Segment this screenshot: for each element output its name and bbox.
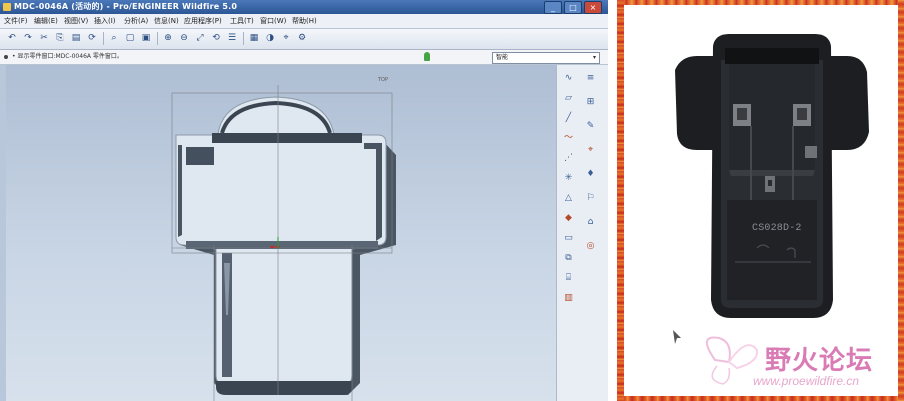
minimize-button[interactable]: _ bbox=[544, 1, 562, 14]
feature-tool-button[interactable]: ⌸ bbox=[563, 273, 574, 284]
lightbulb-icon[interactable] bbox=[424, 52, 430, 61]
feature-tool-button[interactable]: 〜 bbox=[563, 133, 574, 144]
feature-tool-button[interactable]: ∿ bbox=[563, 73, 574, 84]
zoom-out-button[interactable]: ⊖ bbox=[178, 32, 190, 44]
orient-button[interactable]: ⟲ bbox=[210, 32, 222, 44]
copy-icon: ⎘ bbox=[56, 33, 64, 43]
feature-tool-button[interactable]: ⋰ bbox=[563, 153, 574, 164]
part-photo: CS028D-2 野火论坛 www.proewildfire.cn bbox=[617, 0, 904, 401]
cut-button[interactable]: ✂ bbox=[38, 32, 50, 44]
watermark-url: www.proewildfire.cn bbox=[753, 374, 860, 388]
undo-button[interactable]: ↶ bbox=[6, 32, 18, 44]
menu-help[interactable]: 帮助(H) bbox=[292, 14, 317, 28]
zoom-in-button[interactable]: ⊕ bbox=[162, 32, 174, 44]
datum-button[interactable]: ⌖ bbox=[280, 32, 292, 44]
menu-view[interactable]: 视图(V) bbox=[64, 14, 88, 28]
menu-bar: 文件(F) 编辑(E) 视图(V) 插入(I) 分析(A) 信息(N) 应用程序… bbox=[0, 14, 608, 29]
feature-tool-button[interactable]: ≡ bbox=[585, 73, 596, 84]
refit-button[interactable]: ⤢ bbox=[194, 32, 206, 44]
filter-value: 智能 bbox=[496, 54, 509, 61]
menu-applications[interactable]: 应用程序(P) bbox=[184, 14, 222, 28]
datum-label: TOP bbox=[378, 77, 389, 83]
feature-tool-button[interactable]: ▥ bbox=[563, 293, 574, 304]
menu-info[interactable]: 信息(N) bbox=[154, 14, 179, 28]
status-message: • 显示零件窗口:MDC-0046A 零件窗口。 bbox=[12, 53, 123, 60]
feature-tool-button[interactable]: ◎ bbox=[585, 241, 596, 252]
feature-tool-button[interactable]: ⧉ bbox=[563, 253, 574, 264]
watermark-name: 野火论坛 bbox=[765, 346, 874, 376]
title-bar[interactable]: MDC-0046A (活动的) - Pro/ENGINEER Wildfire … bbox=[0, 0, 608, 14]
chevron-down-icon: ▾ bbox=[592, 54, 596, 61]
feature-tool-button[interactable]: ╱ bbox=[563, 113, 574, 124]
toolbar-separator bbox=[103, 32, 104, 45]
menu-window[interactable]: 窗口(W) bbox=[260, 14, 286, 28]
menu-tools[interactable]: 工具(T) bbox=[230, 14, 254, 28]
cad-app-window: MDC-0046A (活动的) - Pro/ENGINEER Wildfire … bbox=[0, 0, 608, 401]
main-toolbar: ↶ ↷ ✂ ⎘ ▤ ⟳ ⌕ ▢ ▣ ⊕ ⊖ ⤢ ⟲ ☰ ▦ ◑ ⌖ ⚙ bbox=[0, 29, 608, 50]
app-icon bbox=[3, 3, 11, 11]
feature-tool-button[interactable]: ⌂ bbox=[585, 217, 596, 228]
status-bullet-icon bbox=[4, 55, 8, 59]
select-icon: ▢ bbox=[125, 33, 135, 43]
zoom-in-icon: ⊕ bbox=[164, 33, 172, 43]
feature-tool-button[interactable]: ✳ bbox=[563, 173, 574, 184]
graphics-window[interactable]: TOP bbox=[0, 65, 556, 401]
toolbar-separator bbox=[243, 32, 244, 45]
paste-button[interactable]: ▤ bbox=[70, 32, 82, 44]
menu-file[interactable]: 文件(F) bbox=[4, 14, 28, 28]
feature-tool-button[interactable]: ⚐ bbox=[585, 193, 596, 204]
part-code-label: CS028D-2 bbox=[752, 223, 802, 234]
maximize-button[interactable]: □ bbox=[564, 1, 582, 14]
find-icon: ⌕ bbox=[111, 33, 117, 43]
undo-icon: ↶ bbox=[8, 33, 16, 43]
refit-icon: ⤢ bbox=[196, 33, 204, 43]
redo-icon: ↷ bbox=[24, 33, 32, 43]
close-button[interactable]: × bbox=[584, 1, 602, 14]
feature-tool-button[interactable]: ▱ bbox=[563, 93, 574, 104]
feature-tool-button[interactable]: ⊞ bbox=[585, 97, 596, 108]
orient-icon: ⟲ bbox=[212, 33, 220, 43]
zoom-out-icon: ⊖ bbox=[180, 33, 188, 43]
watermark-logo bbox=[706, 336, 759, 385]
menu-edit[interactable]: 编辑(E) bbox=[34, 14, 58, 28]
datum-icon: ⌖ bbox=[283, 33, 289, 43]
feature-tool-button[interactable]: ▭ bbox=[563, 233, 574, 244]
cut-icon: ✂ bbox=[40, 33, 48, 43]
copy-button[interactable]: ⎘ bbox=[54, 32, 66, 44]
toolbar-separator bbox=[157, 32, 158, 45]
status-bar: • 显示零件窗口:MDC-0046A 零件窗口。 智能 ▾ bbox=[0, 50, 608, 65]
layer-icon: ▦ bbox=[249, 33, 259, 43]
repaint-icon: ▣ bbox=[141, 33, 151, 43]
repaint-button[interactable]: ▣ bbox=[140, 32, 152, 44]
window-title: MDC-0046A (活动的) - Pro/ENGINEER Wildfire … bbox=[14, 2, 238, 11]
paste-icon: ▤ bbox=[71, 33, 81, 43]
feature-tool-button[interactable]: ✎ bbox=[585, 121, 596, 132]
regenerate-icon: ⟳ bbox=[88, 33, 96, 43]
find-button[interactable]: ⌕ bbox=[108, 32, 120, 44]
saved-views-button[interactable]: ☰ bbox=[226, 32, 238, 44]
select-button[interactable]: ▢ bbox=[124, 32, 136, 44]
layer-button[interactable]: ▦ bbox=[248, 32, 260, 44]
model-view bbox=[171, 85, 396, 401]
model-display-icon: ◑ bbox=[266, 33, 274, 43]
navigator-edge[interactable] bbox=[0, 65, 6, 401]
regenerate-button[interactable]: ⟳ bbox=[86, 32, 98, 44]
feature-tool-button[interactable]: ♦ bbox=[585, 169, 596, 180]
settings-icon: ⚙ bbox=[297, 33, 307, 43]
redo-button[interactable]: ↷ bbox=[22, 32, 34, 44]
feature-tool-button[interactable]: ◆ bbox=[563, 213, 574, 224]
menu-analysis[interactable]: 分析(A) bbox=[124, 14, 148, 28]
menu-insert[interactable]: 插入(I) bbox=[94, 14, 116, 28]
window-controls: _ □ × bbox=[544, 1, 604, 14]
feature-tool-button[interactable]: ⌖ bbox=[585, 145, 596, 156]
settings-button[interactable]: ⚙ bbox=[296, 32, 308, 44]
feature-tool-button[interactable]: △ bbox=[563, 193, 574, 204]
model-display-button[interactable]: ◑ bbox=[264, 32, 276, 44]
feature-toolbar: ∿ ▱ ╱ 〜 ⋰ ✳ △ ◆ ▭ ⧉ ⌸ ▥ ≡ ⊞ ✎ ⌖ ♦ ⚐ ⌂ ◎ bbox=[556, 65, 608, 401]
selection-filter-dropdown[interactable]: 智能 ▾ bbox=[492, 52, 600, 64]
saved-views-icon: ☰ bbox=[227, 33, 237, 43]
